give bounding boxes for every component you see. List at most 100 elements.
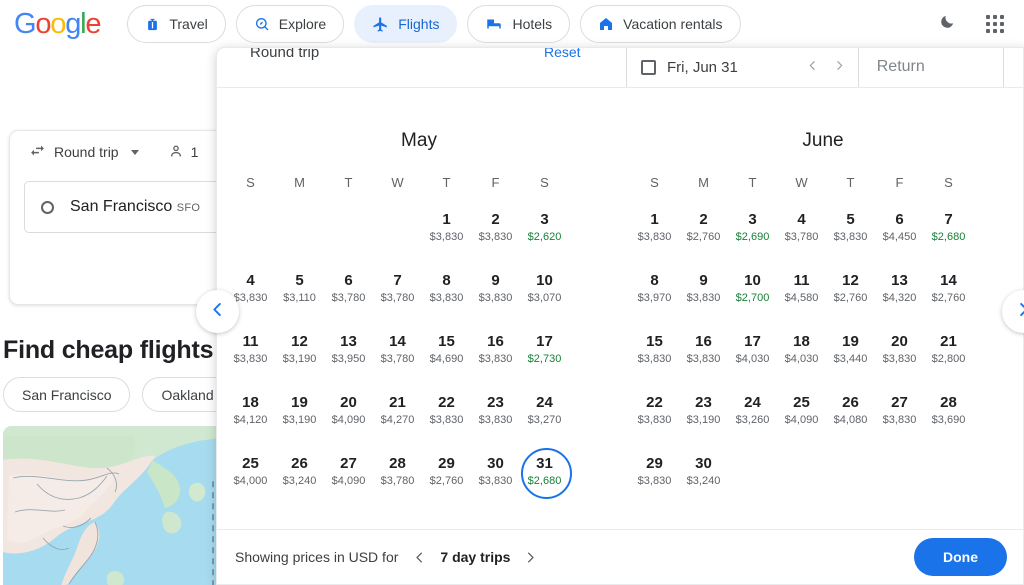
calendar-day-june-19[interactable]: 19$3,440 [826, 325, 875, 373]
weekday-header-may: S M T W T F S [226, 175, 621, 190]
calendar-day-number: 1 [442, 211, 450, 229]
calendar-day-price: $3,260 [736, 413, 770, 427]
calendar-day-price: $3,830 [479, 352, 513, 366]
calendar-day-june-2[interactable]: 2$2,760 [679, 203, 728, 251]
calendar-day-june-9[interactable]: 9$3,830 [679, 264, 728, 312]
nav-pill-travel[interactable]: Travel [127, 5, 225, 43]
nav-pill-hotels[interactable]: Hotels [467, 5, 570, 43]
calendar-day-may-5[interactable]: 5$3,110 [275, 264, 324, 312]
passenger-selector[interactable]: 1 [168, 143, 199, 162]
google-logo[interactable]: Google [14, 10, 100, 39]
trip-length-next-button[interactable] [523, 550, 538, 565]
calendar-day-may-31[interactable]: 31$2,680 [520, 447, 569, 495]
dark-mode-toggle[interactable] [932, 9, 962, 39]
calendar-day-may-21[interactable]: 21$4,270 [373, 386, 422, 434]
calendar-day-june-10[interactable]: 10$2,700 [728, 264, 777, 312]
calendar-day-june-21[interactable]: 21$2,800 [924, 325, 973, 373]
calendar-day-may-14[interactable]: 14$3,780 [373, 325, 422, 373]
calendar-day-price: $4,450 [883, 230, 917, 244]
calendar-day-june-16[interactable]: 16$3,830 [679, 325, 728, 373]
calendar-day-may-3[interactable]: 3$2,620 [520, 203, 569, 251]
calendar-day-empty [875, 447, 924, 495]
calendar-day-may-2[interactable]: 2$3,830 [471, 203, 520, 251]
calendar-day-may-26[interactable]: 26$3,240 [275, 447, 324, 495]
trip-length-prev-button[interactable] [412, 550, 427, 565]
calendar-day-june-5[interactable]: 5$3,830 [826, 203, 875, 251]
calendar-day-may-20[interactable]: 20$4,090 [324, 386, 373, 434]
calendar-day-may-7[interactable]: 7$3,780 [373, 264, 422, 312]
calendar-day-june-3[interactable]: 3$2,690 [728, 203, 777, 251]
departure-date-input[interactable]: Fri, Jun 31 [627, 48, 858, 88]
calendar-day-june-1[interactable]: 1$3,830 [630, 203, 679, 251]
calendar-day-number: 4 [246, 272, 254, 290]
calendar-day-june-4[interactable]: 4$3,780 [777, 203, 826, 251]
calendar-day-may-28[interactable]: 28$3,780 [373, 447, 422, 495]
done-button[interactable]: Done [914, 538, 1007, 576]
reset-button[interactable]: Reset [544, 48, 581, 60]
calendar-day-june-18[interactable]: 18$4,030 [777, 325, 826, 373]
dialog-trip-type[interactable]: Round trip [250, 48, 319, 61]
city-chip-san-francisco[interactable]: San Francisco [3, 377, 130, 412]
calendar-day-june-12[interactable]: 12$2,760 [826, 264, 875, 312]
calendar-day-june-29[interactable]: 29$3,830 [630, 447, 679, 495]
calendar-day-june-23[interactable]: 23$3,190 [679, 386, 728, 434]
calendar-day-june-24[interactable]: 24$3,260 [728, 386, 777, 434]
calendar-day-may-13[interactable]: 13$3,950 [324, 325, 373, 373]
calendar-day-june-17[interactable]: 17$4,030 [728, 325, 777, 373]
calendar-day-number: 15 [438, 333, 455, 351]
calendar-day-price: $3,830 [638, 352, 672, 366]
calendar-day-price: $4,320 [883, 291, 917, 305]
calendar-day-number: 12 [291, 333, 308, 351]
calendar-day-may-19[interactable]: 19$3,190 [275, 386, 324, 434]
calendar-day-may-11[interactable]: 11$3,830 [226, 325, 275, 373]
calendar-day-june-13[interactable]: 13$4,320 [875, 264, 924, 312]
calendar-day-may-24[interactable]: 24$3,270 [520, 386, 569, 434]
calendar-day-may-10[interactable]: 10$3,070 [520, 264, 569, 312]
date-prev-icon[interactable] [806, 59, 819, 76]
calendar-day-june-25[interactable]: 25$4,090 [777, 386, 826, 434]
calendar-day-june-22[interactable]: 22$3,830 [630, 386, 679, 434]
google-apps-button[interactable] [980, 9, 1010, 39]
calendar-day-price: $3,190 [283, 352, 317, 366]
calendar-day-june-15[interactable]: 15$3,830 [630, 325, 679, 373]
calendar-day-may-22[interactable]: 22$3,830 [422, 386, 471, 434]
nav-pill-flights[interactable]: Flights [354, 5, 457, 43]
calendar-day-may-18[interactable]: 18$4,120 [226, 386, 275, 434]
calendar-day-june-7[interactable]: 7$2,680 [924, 203, 973, 251]
date-next-icon[interactable] [833, 59, 846, 76]
calendar-day-may-9[interactable]: 9$3,830 [471, 264, 520, 312]
carousel-prev-button[interactable] [196, 290, 239, 333]
weekday-header-june: S M T W T F S [630, 175, 1024, 190]
calendar-day-may-1[interactable]: 1$3,830 [422, 203, 471, 251]
calendar-day-june-27[interactable]: 27$3,830 [875, 386, 924, 434]
calendar-day-may-8[interactable]: 8$3,830 [422, 264, 471, 312]
nav-pill-explore[interactable]: Explore [236, 5, 344, 43]
destination-map[interactable] [3, 426, 251, 585]
calendar-day-number: 27 [340, 455, 357, 473]
calendar-day-may-12[interactable]: 12$3,190 [275, 325, 324, 373]
calendar-day-june-11[interactable]: 11$4,580 [777, 264, 826, 312]
calendar-day-june-30[interactable]: 30$3,240 [679, 447, 728, 495]
calendar-day-may-15[interactable]: 15$4,690 [422, 325, 471, 373]
calendar-day-may-6[interactable]: 6$3,780 [324, 264, 373, 312]
calendar-day-june-14[interactable]: 14$2,760 [924, 264, 973, 312]
calendar-day-number: 12 [842, 272, 859, 290]
nav-pill-vacation-rentals[interactable]: Vacation rentals [580, 5, 740, 43]
calendar-day-may-25[interactable]: 25$4,000 [226, 447, 275, 495]
calendar-day-june-26[interactable]: 26$4,080 [826, 386, 875, 434]
return-date-input[interactable]: Return [858, 48, 1003, 88]
calendar-day-may-17[interactable]: 17$2,730 [520, 325, 569, 373]
calendar-day-number: 11 [243, 333, 259, 351]
calendar-day-number: 29 [438, 455, 455, 473]
calendar-day-june-8[interactable]: 8$3,970 [630, 264, 679, 312]
calendar-day-may-27[interactable]: 27$4,090 [324, 447, 373, 495]
trip-type-label: Round trip [54, 144, 119, 160]
calendar-day-may-30[interactable]: 30$3,830 [471, 447, 520, 495]
calendar-day-may-29[interactable]: 29$2,760 [422, 447, 471, 495]
calendar-day-june-28[interactable]: 28$3,690 [924, 386, 973, 434]
calendar-day-june-20[interactable]: 20$3,830 [875, 325, 924, 373]
calendar-day-may-16[interactable]: 16$3,830 [471, 325, 520, 373]
calendar-day-may-23[interactable]: 23$3,830 [471, 386, 520, 434]
trip-type-selector[interactable]: Round trip [29, 142, 139, 162]
calendar-day-june-6[interactable]: 6$4,450 [875, 203, 924, 251]
